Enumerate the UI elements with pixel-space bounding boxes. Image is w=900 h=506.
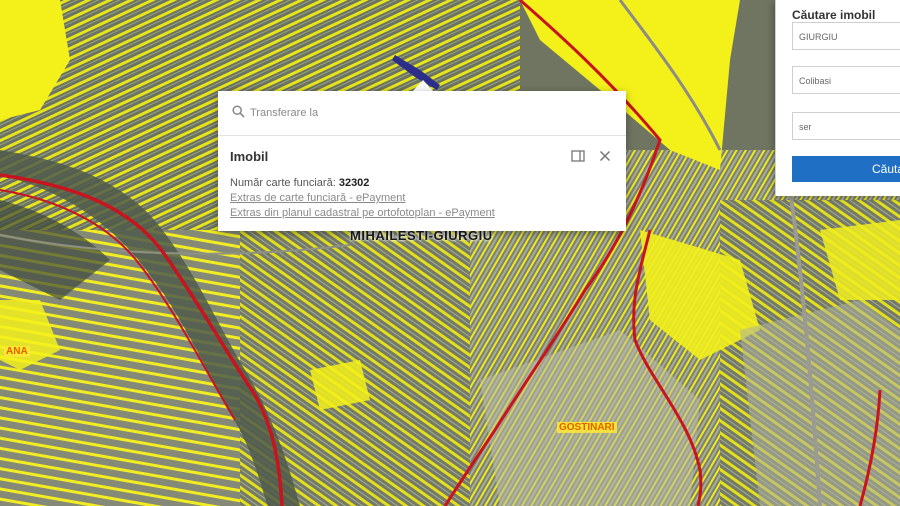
popup-title: Imobil <box>230 149 269 164</box>
carte-funciara-row: Număr carte funciară: 32302 <box>230 177 369 189</box>
popup-search-bar[interactable]: Transferare la <box>218 91 626 136</box>
search-type-value-left: ser <box>799 122 812 132</box>
place-label-gostinari: GOSTINARI <box>557 422 617 433</box>
locality-value: Colibasi <box>799 76 832 86</box>
carte-funciara-label: Număr carte funciară: <box>230 177 336 189</box>
county-value: GIURGIU <box>799 32 838 42</box>
carte-funciara-number: 32302 <box>338 177 370 189</box>
popup-search-placeholder: Transferare la <box>250 107 319 119</box>
search-type-field[interactable]: ser 3 <box>792 112 900 140</box>
place-label-left: ANA <box>4 346 30 357</box>
close-icon[interactable] <box>597 148 613 164</box>
link-extras-carte-funciara[interactable]: Extras de carte funciară - ePayment <box>230 192 405 204</box>
search-panel-title: Căutare imobil <box>792 8 876 22</box>
dock-icon[interactable] <box>570 148 586 164</box>
link-extras-plan-cadastral[interactable]: Extras din planul cadastral pe ortofotop… <box>230 207 495 219</box>
county-field[interactable]: GIURGIU <box>792 22 900 50</box>
search-button[interactable]: Căutare <box>792 156 900 182</box>
parcel-popup: Transferare la Imobil Număr carte funcia… <box>218 91 626 231</box>
search-icon <box>232 105 245 123</box>
locality-field[interactable]: Colibasi <box>792 66 900 94</box>
map-canvas[interactable] <box>0 0 900 506</box>
search-panel: Căutare imobil GIURGIU Colibasi ser 3 Că… <box>775 0 900 196</box>
